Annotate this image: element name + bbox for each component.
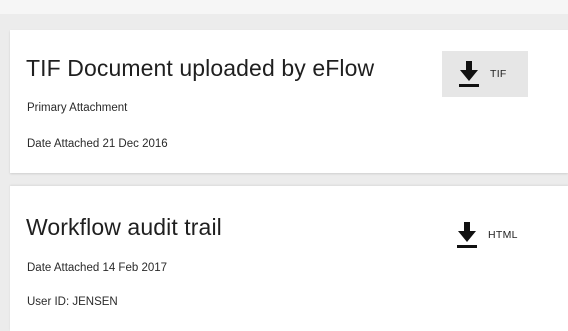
download-html-button[interactable]: HTML <box>456 215 518 255</box>
download-format-label: HTML <box>488 229 518 241</box>
attachment-type: Primary Attachment <box>27 102 128 114</box>
attachment-date: Date Attached 21 Dec 2016 <box>27 138 168 150</box>
top-strip <box>0 0 568 14</box>
attachment-title: Workflow audit trail <box>26 214 222 240</box>
attachment-user-id: User ID: JENSEN <box>27 296 118 308</box>
download-tif-button[interactable]: TIF <box>442 51 528 97</box>
attachment-title: TIF Document uploaded by eFlow <box>26 55 375 81</box>
download-icon <box>457 222 477 248</box>
download-format-label: TIF <box>490 68 507 80</box>
download-icon <box>459 61 479 87</box>
attachment-card-html: Workflow audit trail Date Attached 14 Fe… <box>10 186 568 331</box>
attachment-date: Date Attached 14 Feb 2017 <box>27 262 168 274</box>
attachment-card-tif: TIF Document uploaded by eFlow Primary A… <box>10 30 568 173</box>
